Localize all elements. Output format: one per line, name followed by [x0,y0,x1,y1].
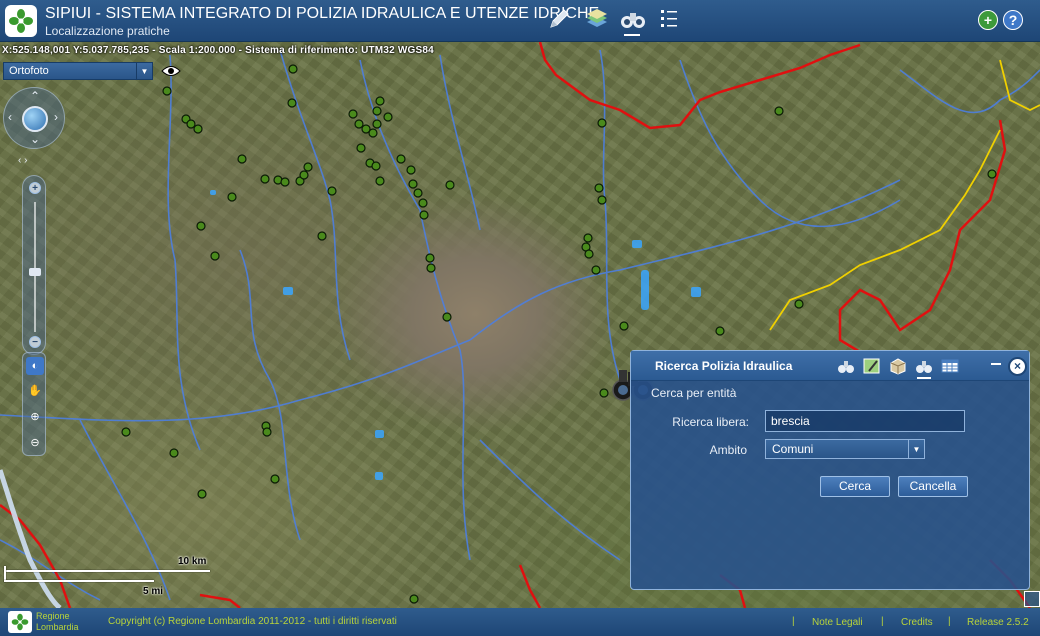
pan-right-icon[interactable]: › [54,110,58,124]
help-icon[interactable]: ? [1003,10,1023,30]
map-tools: ◐ ✋ ⊕ ⊖ [22,352,46,456]
zoom-thumb[interactable] [29,268,41,276]
list-icon[interactable] [656,6,682,32]
page-subtitle: Localizzazione pratiche [45,24,170,38]
close-icon[interactable]: × [1008,357,1027,376]
layers-icon[interactable] [584,6,610,32]
pan-down-icon[interactable]: ⌄ [30,132,40,146]
cancel-button[interactable]: Cancella [898,476,968,497]
ambito-label: Ambito [709,443,747,457]
zoom-out-tool-icon[interactable]: ⊖ [26,433,44,451]
app-footer: Regione Lombardia Copyright (c) Regione … [0,608,1040,636]
table-icon[interactable] [941,357,959,375]
pan-left-icon[interactable]: ‹ [8,110,12,124]
binoculars-icon[interactable] [837,357,855,375]
logo-line-2: Lombardia [36,622,79,632]
search-dialog: Ricerca Polizia Idraulica × Cerca per en… [630,350,1030,590]
globe-icon[interactable] [22,106,48,132]
logo-line-1: Regione [36,611,70,621]
regione-lombardia-logo [8,611,32,633]
page-title: SIPIUI - SISTEMA INTEGRATO DI POLIZIA ID… [45,5,600,22]
dialog-title: Ricerca Polizia Idraulica [655,359,793,373]
copyright-text: Copyright (c) Regione Lombardia 2011-201… [108,616,397,627]
hand-pan-icon[interactable]: ✋ [26,381,44,399]
rotate-controls[interactable]: ‹ › [18,155,48,167]
chevron-down-icon: ▼ [136,63,152,79]
map-coordinates-readout: X:525.148,001 Y:5.037.785,235 - Scala 1:… [2,45,434,56]
zoom-track[interactable] [34,202,36,332]
eye-icon[interactable] [161,64,181,78]
pan-control[interactable]: ⌃ ‹ › ⌄ [3,87,65,149]
binoculars-icon[interactable] [620,6,646,32]
resize-handle-icon[interactable] [1024,591,1040,607]
active-tab-indicator [917,377,931,379]
basemap-layer-value: Ortofoto [9,65,49,77]
box-icon[interactable] [889,357,907,375]
binoculars-icon[interactable] [915,357,933,375]
separator: | [948,616,951,627]
credits-link[interactable]: Credits [901,617,933,628]
logo-text: Regione Lombardia [36,611,79,633]
pencil-icon[interactable] [546,6,572,32]
scale-bar-mi [4,580,154,582]
zoom-in-tool-icon[interactable]: ⊕ [26,407,44,425]
release-version: Release 2.5.2 [967,617,1029,628]
globe-view-icon[interactable]: ◐ [26,357,44,375]
scale-km-label: 10 km [178,556,207,567]
active-tool-indicator [624,34,640,36]
ambito-select[interactable]: Comuni ▼ [765,439,925,459]
search-button[interactable]: Cerca [820,476,890,497]
zoom-in-icon[interactable]: + [29,182,41,194]
add-icon[interactable]: + [978,10,998,30]
pan-up-icon[interactable]: ⌃ [30,89,40,103]
dialog-header: Ricerca Polizia Idraulica × [631,351,1029,381]
chevron-down-icon: ▼ [908,440,924,458]
regione-lombardia-logo [5,5,37,37]
note-legali-link[interactable]: Note Legali [812,617,863,628]
search-label: Ricerca libera: [672,415,749,429]
map-edit-icon[interactable] [863,357,881,375]
minimize-icon[interactable] [991,363,1001,365]
search-input[interactable]: brescia [765,410,965,432]
ambito-value: Comuni [772,442,814,456]
zoom-out-icon[interactable]: − [29,336,41,348]
separator: | [881,616,884,627]
basemap-layer-select[interactable]: Ortofoto ▼ [3,62,153,80]
scale-mi-label: 5 mi [143,586,164,597]
separator: | [792,616,795,627]
app-header: SIPIUI - SISTEMA INTEGRATO DI POLIZIA ID… [0,0,1040,42]
scale-bar-km [4,570,210,572]
zoom-slider[interactable]: + − [22,175,46,355]
section-title: Cerca per entità [651,386,737,400]
